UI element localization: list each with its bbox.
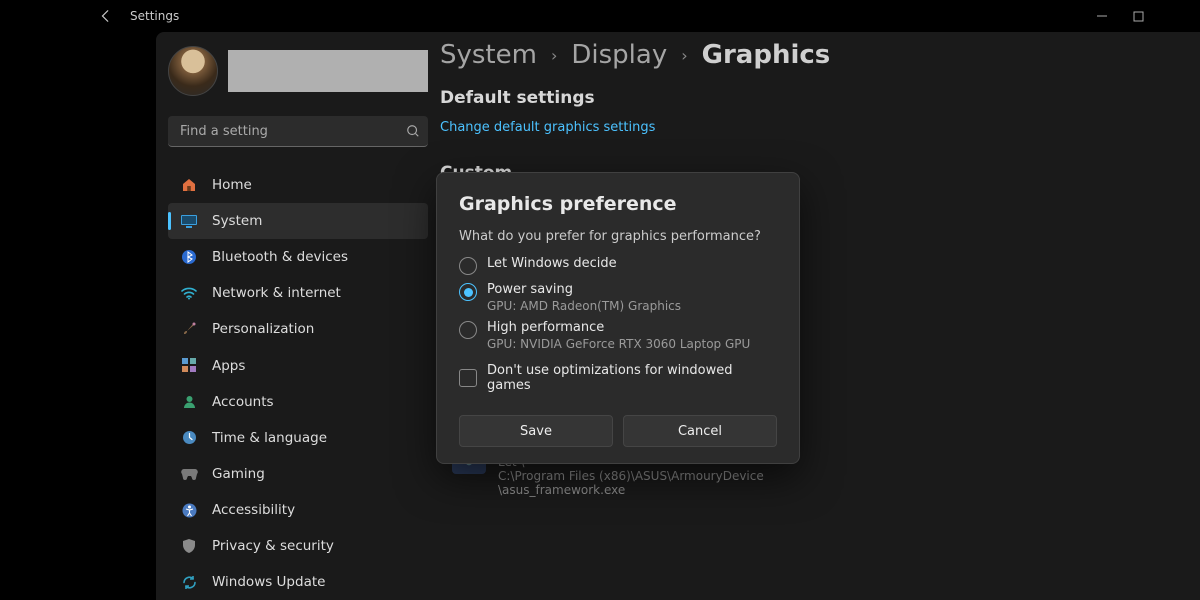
checkbox-label: Don't use optimizations for windowed gam… [487,363,777,393]
clock-icon [180,429,198,447]
sidebar-item-home[interactable]: Home [168,167,428,202]
sidebar-search[interactable] [168,116,428,147]
breadcrumb: System › Display › Graphics [440,40,1160,70]
radio-icon [459,321,477,339]
sidebar-item-label: Windows Update [212,574,325,590]
sidebar-nav: Home System Bluetooth & devices Network … [168,167,428,600]
sidebar-item-label: Gaming [212,466,265,482]
radio-label: Let Windows decide [487,256,617,271]
sidebar-item-label: Accounts [212,394,274,410]
sidebar-item-label: Home [212,177,252,193]
radio-icon [459,257,477,275]
window-title: Settings [130,9,1084,23]
bluetooth-icon [180,248,198,266]
sidebar-item-network[interactable]: Network & internet [168,276,428,311]
radio-label: Power saving [487,282,681,297]
update-icon [180,573,198,591]
section-default-settings: Default settings [440,88,1160,108]
search-input[interactable] [168,124,428,139]
sidebar-item-system[interactable]: System [168,203,428,238]
accessibility-icon [180,501,198,519]
wifi-icon [180,284,198,302]
sidebar-item-gaming[interactable]: Gaming [168,456,428,491]
system-icon [180,212,198,230]
avatar [168,46,218,96]
shield-icon [180,537,198,555]
sidebar-item-update[interactable]: Windows Update [168,565,428,600]
radio-power-saving[interactable]: Power saving GPU: AMD Radeon(TM) Graphic… [459,282,777,313]
chevron-right-icon: › [681,46,687,65]
paintbrush-icon [180,320,198,338]
sidebar-item-label: Time & language [212,430,327,446]
person-icon [180,393,198,411]
sidebar-item-label: Privacy & security [212,538,334,554]
home-icon [180,176,198,194]
arrow-left-icon [99,9,113,23]
crumb-graphics: Graphics [702,40,831,70]
sidebar-item-apps[interactable]: Apps [168,348,428,383]
maximize-button[interactable] [1120,4,1156,28]
sidebar-item-personalization[interactable]: Personalization [168,312,428,347]
sidebar-item-time[interactable]: Time & language [168,420,428,455]
close-button[interactable] [1156,4,1192,28]
crumb-system[interactable]: System [440,40,537,70]
sidebar-item-label: Apps [212,358,245,374]
sidebar-item-bluetooth[interactable]: Bluetooth & devices [168,240,428,275]
dialog-title: Graphics preference [459,193,777,215]
sidebar-item-accounts[interactable]: Accounts [168,384,428,419]
dialog-question: What do you prefer for graphics performa… [459,229,777,244]
radio-sub: GPU: AMD Radeon(TM) Graphics [487,299,681,313]
chevron-right-icon: › [551,46,557,65]
radio-label: High performance [487,320,750,335]
sidebar: Home System Bluetooth & devices Network … [156,32,440,600]
sidebar-item-privacy[interactable]: Privacy & security [168,529,428,564]
radio-high-performance[interactable]: High performance GPU: NVIDIA GeForce RTX… [459,320,777,351]
minimize-button[interactable] [1084,4,1120,28]
crumb-display[interactable]: Display [571,40,667,70]
minimize-icon [1096,10,1108,22]
app-path2: \asus_framework.exe [498,483,764,497]
sidebar-item-label: Personalization [212,321,314,337]
cancel-button[interactable]: Cancel [623,415,777,447]
sidebar-item-accessibility[interactable]: Accessibility [168,493,428,528]
sidebar-item-label: Network & internet [212,285,341,301]
app-path: C:\Program Files (x86)\ASUS\ArmouryDevic… [498,469,764,483]
dialog-graphics-preference: Graphics preference What do you prefer f… [436,172,800,464]
left-gutter [0,0,78,600]
user-block[interactable] [168,46,428,96]
apps-icon [180,357,198,375]
checkbox-icon [459,369,477,387]
save-button[interactable]: Save [459,415,613,447]
search-icon [406,124,420,142]
maximize-icon [1133,11,1144,22]
sidebar-item-label: Accessibility [212,502,295,518]
user-name-redacted [228,50,428,92]
checkbox-windowed-optimizations[interactable]: Don't use optimizations for windowed gam… [459,363,777,393]
sidebar-item-label: System [212,213,262,229]
titlebar: Settings [78,0,1200,32]
radio-let-windows-decide[interactable]: Let Windows decide [459,256,777,275]
gamepad-icon [180,465,198,483]
sidebar-item-label: Bluetooth & devices [212,249,348,265]
link-change-default[interactable]: Change default graphics settings [440,120,1160,135]
radio-icon [459,283,477,301]
radio-sub: GPU: NVIDIA GeForce RTX 3060 Laptop GPU [487,337,750,351]
back-button[interactable] [94,4,118,28]
